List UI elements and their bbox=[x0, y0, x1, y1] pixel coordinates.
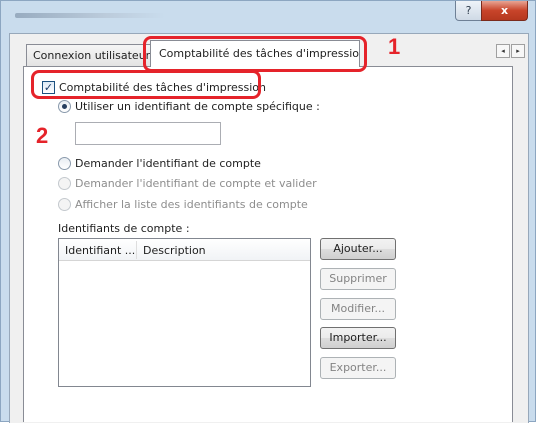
specific-id-radio[interactable] bbox=[58, 100, 71, 113]
callout-box-2 bbox=[31, 70, 261, 99]
specific-id-input[interactable] bbox=[75, 122, 221, 145]
specific-id-label: Utiliser un identifiant de compte spécif… bbox=[75, 100, 320, 113]
callout-number-2: 2 bbox=[36, 123, 49, 148]
column-header-description[interactable]: Description bbox=[143, 244, 206, 257]
account-list-header: Identifiant ... Description bbox=[59, 239, 310, 261]
delete-button[interactable]: Supprimer bbox=[320, 268, 396, 290]
show-list-radio[interactable] bbox=[58, 198, 71, 211]
ask-validate-radio[interactable] bbox=[58, 177, 71, 190]
callout-number-1: 1 bbox=[388, 34, 401, 59]
show-list-label: Afficher la liste des identifiants de co… bbox=[75, 198, 308, 211]
import-button[interactable]: Importer... bbox=[320, 327, 396, 349]
add-button[interactable]: Ajouter... bbox=[320, 238, 396, 260]
column-header-identifiant[interactable]: Identifiant ... bbox=[65, 244, 135, 257]
ask-id-radio[interactable] bbox=[58, 157, 71, 170]
ask-id-label: Demander l'identifiant de compte bbox=[75, 157, 261, 170]
edit-button[interactable]: Modifier... bbox=[320, 298, 396, 320]
account-list-label: Identifiants de compte : bbox=[58, 222, 190, 235]
account-id-list[interactable]: Identifiant ... Description bbox=[58, 238, 311, 387]
ask-validate-label: Demander l'identifiant de compte et vali… bbox=[75, 177, 317, 190]
export-button[interactable]: Exporter... bbox=[320, 357, 396, 379]
callout-box-1 bbox=[143, 36, 367, 72]
column-separator[interactable] bbox=[136, 241, 137, 259]
